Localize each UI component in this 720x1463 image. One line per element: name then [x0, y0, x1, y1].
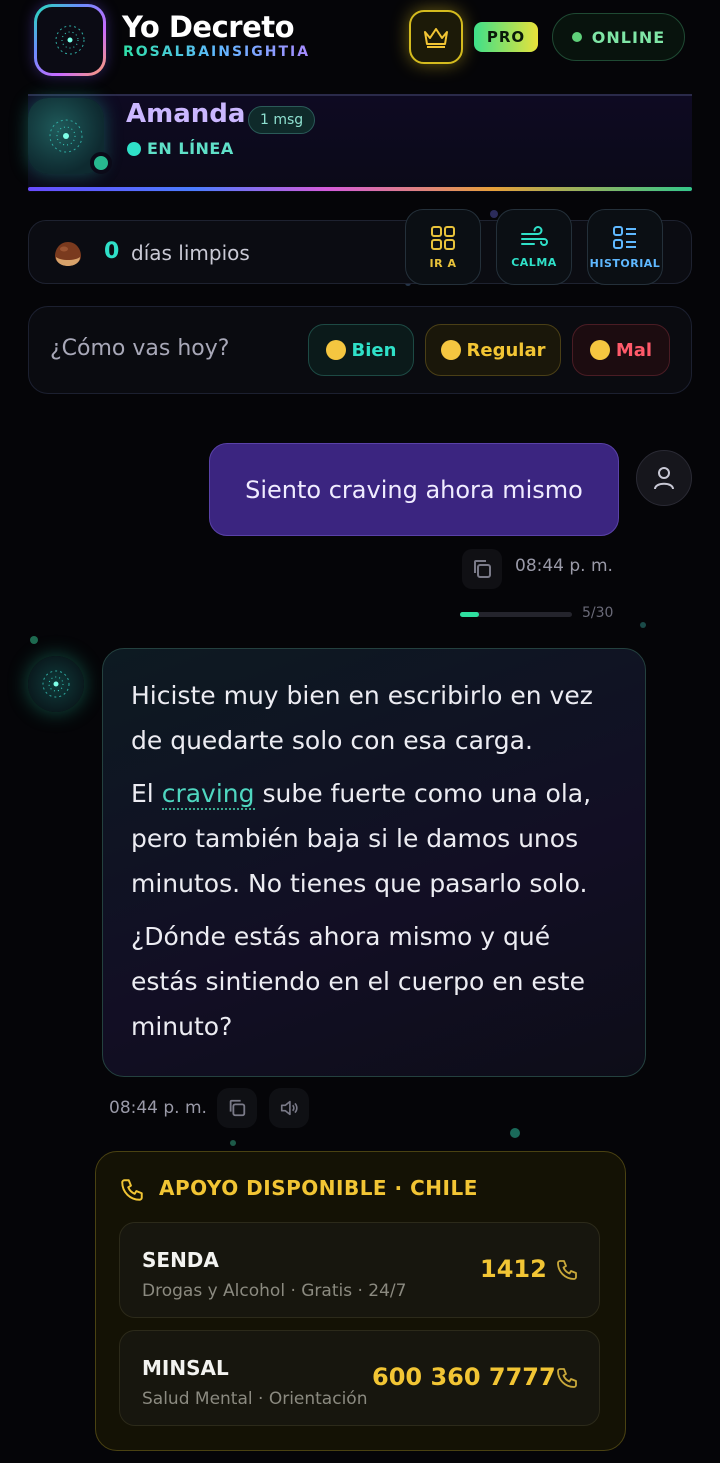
particle [490, 210, 498, 218]
go-to-button[interactable]: IR A [405, 209, 481, 285]
message-quota-counter: 5/30 [582, 605, 614, 621]
assistant-paragraph-2: El craving sube fuerte como una ola, per… [131, 771, 617, 906]
status-dot-icon [127, 141, 141, 156]
particle [510, 1128, 520, 1138]
history-button[interactable]: HISTORIAL [587, 209, 663, 285]
app-logo[interactable] [34, 4, 106, 76]
helpline-description: Drogas y Alcohol · Gratis · 24/7 [142, 1281, 407, 1301]
grid-icon [431, 225, 455, 250]
mood-bad-button[interactable]: Mal [572, 324, 670, 376]
contact-name: Amanda [126, 99, 246, 129]
helpline-name: MINSAL [142, 1356, 229, 1380]
copy-reply-button[interactable] [217, 1088, 257, 1128]
particle [230, 1140, 236, 1146]
phone-icon[interactable] [555, 1258, 579, 1282]
contact-accent-bar [28, 187, 692, 191]
speaker-icon [280, 1100, 298, 1116]
online-label: ONLINE [591, 27, 666, 47]
calm-label: CALMA [511, 255, 557, 269]
support-title: APOYO DISPONIBLE · CHILE [159, 1176, 478, 1200]
mood-good-button[interactable]: Bien [308, 324, 414, 376]
online-status-pill[interactable]: ONLINE [552, 13, 685, 61]
galaxy-icon [49, 119, 83, 153]
phone-icon [121, 1179, 143, 1201]
assistant-message-time: 08:44 p. m. [109, 1098, 207, 1118]
copy-icon [474, 560, 491, 578]
smile-emoji-icon [325, 340, 346, 360]
helpline-number[interactable]: 600 360 7777 [372, 1363, 556, 1391]
mood-regular-button[interactable]: Regular [425, 324, 561, 376]
assistant-avatar [28, 656, 84, 712]
contact-status-label: EN LÍNEA [147, 139, 234, 158]
galaxy-icon [42, 670, 70, 698]
go-to-label: IR A [429, 256, 457, 270]
app-title: Yo Decreto [122, 10, 295, 44]
mood-good-label: Bien [351, 339, 397, 361]
mood-regular-label: Regular [466, 339, 546, 361]
clean-days-label: días limpios [131, 241, 250, 265]
glossary-term-link[interactable]: craving [161, 779, 255, 810]
user-avatar [636, 450, 692, 506]
user-message-bubble: Siento craving ahora mismo [209, 443, 619, 536]
neutral-emoji-icon [440, 340, 461, 360]
assistant-paragraph-3: ¿Dónde estás ahora mismo y qué estás sin… [131, 922, 585, 1041]
user-message-time: 08:44 p. m. [515, 556, 613, 576]
mood-question: ¿Cómo vas hoy? [50, 336, 230, 361]
clean-days-count: 0 [104, 239, 120, 264]
phone-icon[interactable] [555, 1366, 579, 1390]
premium-crown-button[interactable] [409, 10, 463, 64]
particle [640, 622, 646, 628]
list-icon [613, 225, 636, 249]
wind-icon [521, 225, 548, 246]
assistant-text: El [131, 779, 162, 808]
chestnut-icon [55, 242, 81, 266]
history-label: HISTORIAL [589, 256, 661, 270]
assistant-message-bubble: Hiciste muy bien en escribirlo en vez de… [102, 648, 646, 1077]
avatar-online-indicator [90, 152, 112, 174]
read-aloud-button[interactable] [269, 1088, 309, 1128]
sad-emoji-icon [589, 340, 610, 360]
helpline-number[interactable]: 1412 [480, 1255, 547, 1283]
helpline-description: Salud Mental · Orientación [142, 1389, 368, 1409]
galaxy-icon [55, 25, 85, 55]
assistant-paragraph-1: Hiciste muy bien en escribirlo en vez de… [131, 681, 593, 755]
app-subtitle: ROSALBAINSIGHTIA [123, 44, 311, 60]
crown-icon [424, 28, 448, 48]
calm-button[interactable]: CALMA [496, 209, 572, 285]
contact-status: EN LÍNEA [127, 139, 234, 158]
app-header: Yo Decreto ROSALBAINSIGHTIA PRO ONLINE [0, 0, 720, 92]
helpline-name: SENDA [142, 1248, 219, 1272]
pro-badge: PRO [474, 22, 538, 52]
message-quota-bar [460, 612, 572, 617]
message-quota-fill [460, 612, 479, 617]
user-icon [654, 467, 674, 490]
particle [30, 636, 38, 644]
copy-icon [229, 1099, 246, 1117]
online-dot-icon [571, 32, 582, 42]
copy-message-button[interactable] [462, 549, 502, 589]
mood-bad-label: Mal [615, 339, 653, 361]
message-count-badge: 1 msg [248, 106, 316, 134]
